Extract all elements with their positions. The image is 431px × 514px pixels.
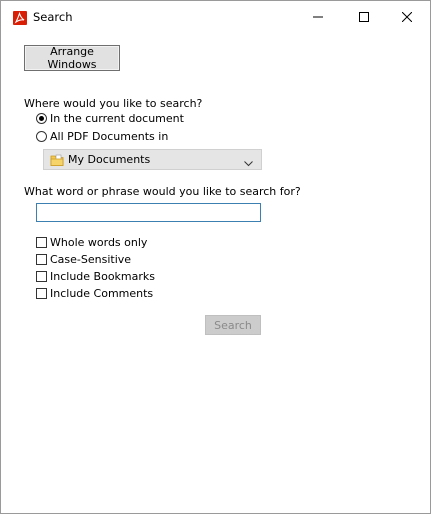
radio-dot	[39, 116, 44, 121]
search-phrase-input[interactable]	[36, 203, 261, 222]
radio-button[interactable]	[36, 113, 47, 124]
checkbox[interactable]	[36, 271, 47, 282]
checkbox[interactable]	[36, 288, 47, 299]
maximize-button[interactable]	[341, 1, 387, 33]
query-question: What word or phrase would you like to se…	[24, 185, 301, 198]
search-window: Search Arrange Windows Where would you l…	[0, 0, 431, 514]
checkbox[interactable]	[36, 237, 47, 248]
acrobat-icon	[13, 11, 27, 25]
close-icon	[402, 12, 412, 22]
minimize-icon	[313, 16, 323, 18]
folder-icon	[50, 153, 64, 170]
location-dropdown[interactable]: My Documents	[43, 149, 262, 170]
checkbox-label[interactable]: Whole words only	[50, 236, 147, 249]
checkbox-label[interactable]: Include Comments	[50, 287, 153, 300]
search-button[interactable]: Search	[205, 315, 261, 335]
checkbox[interactable]	[36, 254, 47, 265]
radio-label[interactable]: In the current document	[50, 112, 184, 125]
close-button[interactable]	[384, 1, 430, 33]
maximize-icon	[359, 12, 369, 22]
window-title: Search	[33, 10, 73, 24]
arrange-windows-button[interactable]: Arrange Windows	[24, 45, 120, 71]
radio-button[interactable]	[36, 131, 47, 142]
checkbox-label[interactable]: Case-Sensitive	[50, 253, 131, 266]
chevron-down-icon	[244, 157, 253, 170]
checkbox-label[interactable]: Include Bookmarks	[50, 270, 155, 283]
minimize-button[interactable]	[295, 1, 341, 33]
dropdown-value: My Documents	[68, 153, 151, 166]
scope-question: Where would you like to search?	[24, 97, 203, 110]
title-bar[interactable]: Search	[1, 1, 430, 33]
radio-label[interactable]: All PDF Documents in	[50, 130, 168, 143]
